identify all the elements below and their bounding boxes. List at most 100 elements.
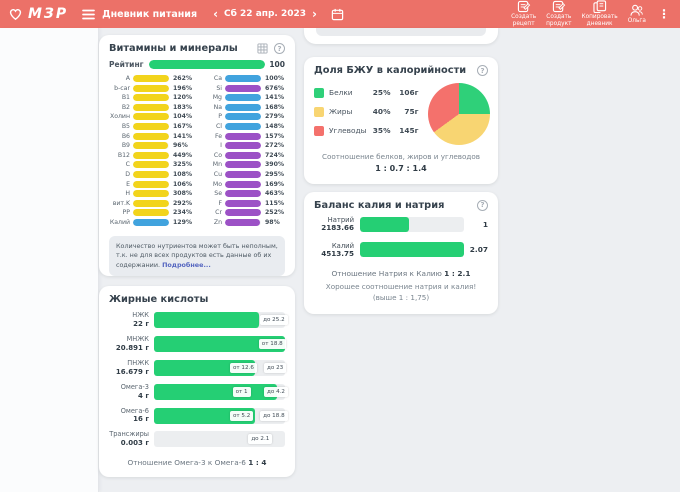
help-icon[interactable]: ? [477, 199, 488, 211]
vitamin-label: Na [213, 103, 222, 111]
fatty-amount: 22 г [133, 320, 149, 329]
fatty-name: НЖК [132, 311, 149, 320]
vitamins-card-header: Витамины и минералы ? [99, 35, 295, 59]
bju-title: Доля БЖУ в калорийности [314, 65, 467, 76]
fatty-bar: от 1 до 4.2 [154, 383, 288, 400]
vitamin-row: Se 463% [201, 190, 285, 198]
vitamin-value: 157% [265, 132, 285, 140]
vitamin-bar-fill [225, 170, 261, 178]
vitamin-label: P [218, 113, 222, 121]
fatty-label: Омега-6 16 г [109, 407, 149, 424]
vitamin-label: B1 [121, 94, 130, 102]
legend-row: Жиры 40% 75г [314, 106, 418, 117]
vitamin-bar [133, 84, 169, 92]
vitamin-value: 98% [265, 218, 280, 226]
legend-row: Белки 25% 106г [314, 87, 418, 98]
create-product-button[interactable]: Создать продукт [546, 0, 571, 28]
omega-ratio-label: Отношение Омега-3 к Омега-6 [127, 458, 249, 468]
copy-diary-button[interactable]: Копировать дневник [581, 0, 618, 28]
balance-card-header: Баланс калия и натрия ? [304, 192, 498, 216]
vitamin-label: Калий [109, 218, 130, 226]
vitamin-bar [225, 84, 261, 92]
menu-icon[interactable] [82, 9, 95, 20]
bju-pie-chart [428, 83, 491, 145]
fatty-bar: до 25.2 [154, 312, 288, 329]
create-recipe-button[interactable]: Создать рецепт [511, 0, 536, 28]
fatty-label: ПНЖК 16.679 г [109, 359, 149, 376]
fatty-bar: от 18.8 [154, 336, 286, 353]
vitamin-bar [225, 199, 261, 207]
logo[interactable]: МЗР [8, 6, 68, 22]
vitamin-value: 183% [173, 103, 193, 111]
vitamin-value: 295% [265, 170, 285, 178]
vitamin-bar-fill [225, 122, 261, 130]
legend-percent: 35% [372, 126, 391, 135]
vitamin-label: H [125, 190, 130, 198]
vitamin-label: Co [213, 151, 222, 159]
vitamin-bar-fill [225, 161, 261, 169]
vitamin-row: вит.K 292% [109, 199, 193, 207]
user-menu-button[interactable]: Ольга [628, 4, 646, 25]
balance-label: Калий 4513.75 [314, 242, 354, 259]
date-label[interactable]: Сб 22 апр. 2023 [224, 9, 306, 19]
balance-card: Баланс калия и натрия ? Натрий 2183.66 1 Ка… [304, 191, 498, 314]
vitamin-bar-fill [133, 170, 169, 178]
vitamin-label: B2 [121, 103, 130, 111]
fatty-acids-card: Жирные кислоты НЖК 22 г до 25.2 МНЖК 20.891 … [99, 286, 295, 478]
vitamin-label: вит.K [112, 199, 130, 207]
action-label-line: продукт [546, 21, 572, 27]
fatty-bar: от 12.6 до 23 [154, 360, 287, 377]
balance-title: Баланс калия и натрия [314, 199, 445, 211]
balance-bar-fill [360, 242, 464, 258]
calendar-icon[interactable] [331, 8, 344, 21]
rating-label: Рейтинг [109, 60, 144, 69]
vitamin-bar-fill [225, 132, 261, 140]
vitamin-bar-fill [225, 94, 261, 102]
balance-ratio: Отношение Натрия к Калию 1 : 2.1 [304, 267, 498, 282]
balance-bar [360, 216, 464, 232]
vitamin-row: C 325% [109, 161, 193, 169]
bju-ratio-label: Соотношение белков, жиров и углеводов [321, 152, 481, 161]
app-header: МЗР Дневник питания ‹ Сб 22 апр. 2023 › … [0, 0, 680, 28]
vitamin-bar [133, 209, 169, 217]
vitamin-bar-fill [225, 209, 261, 217]
more-menu-button[interactable]: ⋮ [658, 7, 670, 21]
vitamin-value: 106% [173, 180, 193, 188]
vitamin-row: D 108% [109, 170, 193, 178]
vitamin-bar-fill [133, 190, 169, 198]
vitamin-bar [225, 132, 261, 140]
vitamin-value: 463% [265, 190, 285, 198]
help-icon[interactable]: ? [274, 43, 285, 54]
vitamin-bar [225, 103, 261, 111]
vitamin-bar-fill [133, 209, 169, 217]
fatty-amount: 4 г [138, 391, 149, 400]
prev-day-button[interactable]: ‹ [207, 8, 224, 20]
vitamin-value: 272% [265, 142, 285, 150]
legend-name: Углеводы [329, 126, 367, 135]
fatty-label: Омега-3 4 г [109, 383, 149, 400]
fatty-amount: 0.003 г [120, 439, 149, 448]
vitamin-bar-fill [133, 151, 169, 159]
next-day-button[interactable]: › [306, 8, 323, 20]
vitamin-value: 169% [265, 180, 285, 188]
vitamin-label: Cr [215, 209, 222, 217]
help-icon[interactable]: ? [477, 65, 488, 76]
vitamin-bar [133, 161, 169, 169]
vitamin-label: B5 [121, 122, 130, 130]
vitamin-value: 676% [265, 84, 285, 92]
vitamin-row: Fe 157% [201, 132, 285, 140]
fatty-footer: Отношение Омега-3 к Омега-6 1 : 4 [99, 455, 295, 477]
vitamin-bar [133, 75, 169, 82]
balance-value: 2.07 [469, 245, 488, 255]
legend-swatch [314, 87, 324, 98]
fatty-bar-fill [154, 312, 259, 329]
table-view-icon[interactable] [257, 43, 268, 54]
note-more-link[interactable]: Подробнее... [162, 261, 211, 269]
balance-rows: Натрий 2183.66 1 Калий 4513.75 2.07 [304, 216, 498, 259]
vitamin-value: 104% [173, 113, 193, 121]
fatty-amount: 20.891 г [115, 344, 149, 353]
vitamin-row: B9 96% [109, 142, 193, 150]
vitamin-label: E [126, 180, 130, 188]
vitamin-value: 724% [265, 151, 285, 159]
omega-ratio-value: 1 : 4 [248, 458, 267, 468]
